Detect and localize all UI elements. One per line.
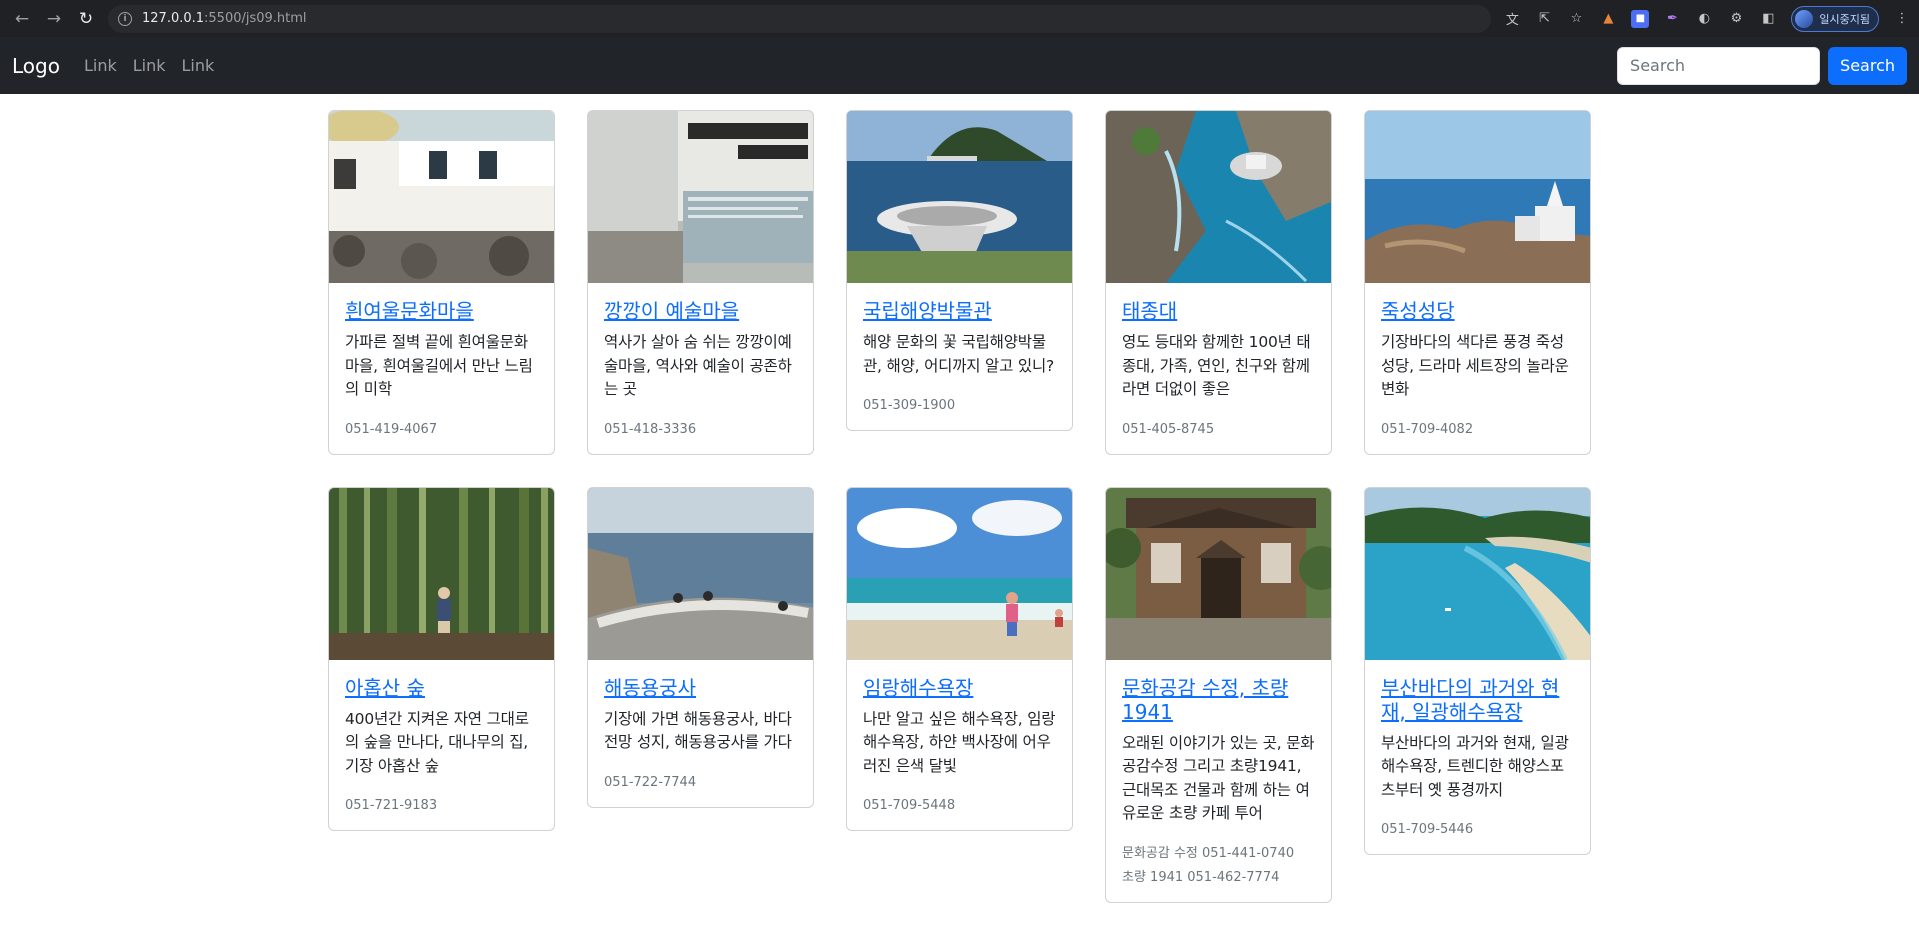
nav-link-2[interactable]: Link <box>133 56 166 75</box>
url-path: :5500/js09.html <box>204 11 307 26</box>
card-image-choryang-1941 <box>1106 487 1331 660</box>
card-title-link[interactable]: 태종대 <box>1122 299 1315 323</box>
nav-link-3[interactable]: Link <box>182 56 215 75</box>
puzzle-extensions-icon[interactable]: ⚙ <box>1727 10 1745 28</box>
card-phone: 051-709-5446 <box>1381 822 1474 837</box>
card-phone: 051-709-5448 <box>863 798 956 813</box>
place-card: 국립해양박물관 해양 문화의 꽃 국립해양박물관, 해양, 어디까지 알고 있니… <box>846 110 1073 431</box>
place-card: 흰여울문화마을 가파른 절벽 끝에 흰여울문화마을, 흰여울길에서 만난 느림의… <box>328 110 555 455</box>
nav-link-1[interactable]: Link <box>84 56 117 75</box>
card-text: 오래된 이야기가 있는 곳, 문화공감수정 그리고 초량1941, 근대목조 건… <box>1122 733 1315 823</box>
url-host: 127.0.0.1 <box>142 11 205 26</box>
card-text: 영도 등대와 함께한 100년 태종대, 가족, 연인, 친구와 함께라면 더없… <box>1122 333 1311 398</box>
card-phone: 051-721-9183 <box>345 798 438 813</box>
place-card: 부산바다의 과거와 현재, 일광해수욕장 부산바다의 과거와 현재, 일광해수욕… <box>1364 486 1591 855</box>
place-card: 태종대 영도 등대와 함께한 100년 태종대, 가족, 연인, 친구와 함께라… <box>1105 110 1332 455</box>
extension-blue-icon[interactable]: ■ <box>1631 9 1650 28</box>
card-title-link[interactable]: 부산바다의 과거와 현재, 일광해수욕장 <box>1381 676 1574 724</box>
card-image-ilgwang-beach <box>1365 487 1590 660</box>
side-panel-icon[interactable]: ◧ <box>1759 10 1777 28</box>
forward-icon[interactable]: → <box>40 5 68 33</box>
card-image-taejongdae <box>1106 111 1331 283</box>
site-info-icon[interactable]: i <box>118 11 132 26</box>
card-grid: 흰여울문화마을 가파른 절벽 끝에 흰여울문화마을, 흰여울길에서 만난 느림의… <box>328 110 1592 903</box>
place-card: 문화공감 수정, 초량1941 오래된 이야기가 있는 곳, 문화공감수정 그리… <box>1105 486 1332 903</box>
place-card: 임랑해수욕장 나만 알고 싶은 해수욕장, 임랑해수욕장, 하얀 백사장에 어우… <box>846 486 1073 831</box>
card-phone: 문화공감 수정 051-441-0740 초량 1941 051-462-777… <box>1122 845 1295 885</box>
card-phone: 051-419-4067 <box>345 421 438 437</box>
profile-status-label: 일시중지됨 <box>1819 12 1870 26</box>
card-title-link[interactable]: 깡깡이 예술마을 <box>604 299 797 323</box>
place-card: 해동용궁사 기장에 가면 해동용궁사, 바다전망 성지, 해동용궁사를 가다 0… <box>587 486 814 808</box>
dark-mode-extension-icon[interactable]: ◐ <box>1695 10 1713 28</box>
browser-toolbar: ← → ↻ i 127.0.0.1:5500/js09.html 文 ⇱ ☆ ▲… <box>0 0 1919 37</box>
card-phone: 051-722-7744 <box>604 774 697 790</box>
address-bar[interactable]: i 127.0.0.1:5500/js09.html <box>108 4 1492 33</box>
profile-button[interactable]: 일시중지됨 <box>1791 5 1879 32</box>
card-text: 가파른 절벽 끝에 흰여울문화마을, 흰여울길에서 만난 느림의 미학 <box>345 333 533 398</box>
metamask-extension-icon[interactable]: ▲ <box>1599 10 1617 28</box>
place-card: 아홉산 숲 400년간 지켜온 자연 그대로의 숲을 만나다, 대나무의 집, … <box>328 486 555 831</box>
card-image-huinyeoul <box>329 111 554 283</box>
card-phone: 051-709-4082 <box>1381 421 1474 437</box>
place-card: 죽성성당 기장바다의 색다른 풍경 죽성성당, 드라마 세트장의 놀라운 변화 … <box>1364 110 1591 455</box>
card-title-link[interactable]: 해동용궁사 <box>604 676 797 700</box>
bookmark-star-icon[interactable]: ☆ <box>1567 10 1585 28</box>
card-image-ahopsan-forest <box>329 487 554 660</box>
avatar <box>1795 9 1814 28</box>
site-navbar: Logo Link Link Link Search <box>0 37 1919 94</box>
card-image-imnang-beach <box>847 487 1072 660</box>
back-icon[interactable]: ← <box>8 5 36 33</box>
card-phone: 051-418-3336 <box>604 421 697 437</box>
card-text: 부산바다의 과거와 현재, 일광해수욕장, 트렌디한 해양스포츠부터 옛 풍경까… <box>1381 733 1569 799</box>
card-image-maritime-museum <box>847 111 1072 283</box>
card-text: 해양 문화의 꽃 국립해양박물관, 해양, 어디까지 알고 있니? <box>863 333 1055 375</box>
feather-extension-icon[interactable]: ✒ <box>1663 10 1681 28</box>
card-text: 역사가 살아 숨 쉬는 깡깡이예술마을, 역사와 예술이 공존하는 곳 <box>604 333 792 398</box>
translate-icon[interactable]: 文 <box>1503 10 1521 28</box>
place-card: 깡깡이 예술마을 역사가 살아 숨 쉬는 깡깡이예술마을, 역사와 예술이 공존… <box>587 110 814 455</box>
card-title-link[interactable]: 죽성성당 <box>1381 299 1574 323</box>
card-image-jukseong-cathedral <box>1365 111 1590 283</box>
brand-logo[interactable]: Logo <box>12 54 60 78</box>
card-title-link[interactable]: 흰여울문화마을 <box>345 299 538 323</box>
card-text: 400년간 지켜온 자연 그대로의 숲을 만나다, 대나무의 집, 기장 아홉산… <box>345 709 529 775</box>
card-phone: 051-405-8745 <box>1122 421 1215 437</box>
reload-icon[interactable]: ↻ <box>72 5 100 33</box>
card-image-haedong-yonggungsa <box>588 487 813 660</box>
card-image-kkangkkangi <box>588 111 813 283</box>
card-title-link[interactable]: 문화공감 수정, 초량1941 <box>1122 676 1315 724</box>
card-text: 기장바다의 색다른 풍경 죽성성당, 드라마 세트장의 놀라운 변화 <box>1381 333 1569 398</box>
search-input[interactable] <box>1617 46 1821 85</box>
card-title-link[interactable]: 국립해양박물관 <box>863 299 1056 323</box>
menu-kebab-icon[interactable]: ⋮ <box>1893 10 1911 28</box>
search-button[interactable]: Search <box>1828 46 1907 85</box>
card-text: 기장에 가면 해동용궁사, 바다전망 성지, 해동용궁사를 가다 <box>604 709 792 752</box>
search-form: Search <box>1617 46 1907 85</box>
card-title-link[interactable]: 임랑해수욕장 <box>863 676 1056 700</box>
card-title-link[interactable]: 아홉산 숲 <box>345 676 538 700</box>
share-icon[interactable]: ⇱ <box>1535 10 1553 28</box>
card-phone: 051-309-1900 <box>863 398 956 413</box>
card-text: 나만 알고 싶은 해수욕장, 임랑해수욕장, 하얀 백사장에 어우러진 은색 달… <box>863 709 1056 775</box>
